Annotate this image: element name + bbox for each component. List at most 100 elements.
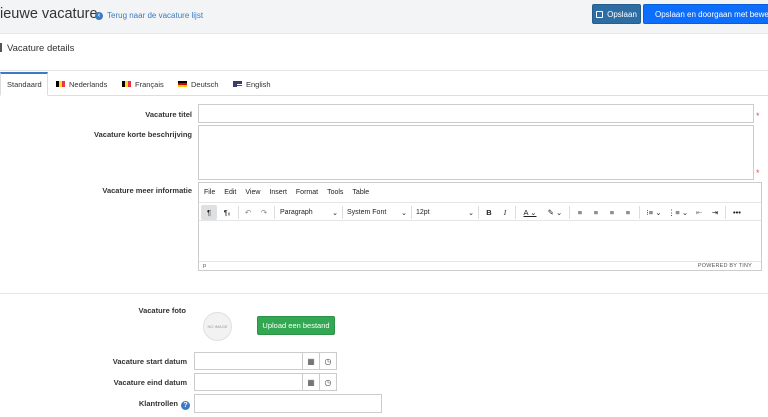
tab-deutsch[interactable]: Deutsch [178, 72, 219, 96]
rich-text-editor: File Edit View Insert Format Tools Table… [198, 182, 762, 271]
korte-beschrijving-textarea[interactable] [198, 125, 754, 180]
toolbar-separator [515, 206, 516, 219]
language-tabs: Standaard Nederlands Français Deutsch En… [0, 72, 768, 96]
align-left-icon[interactable]: ≡ [573, 205, 587, 220]
menu-view[interactable]: View [245, 189, 260, 196]
ltr-direction-icon[interactable]: ¶ [201, 205, 217, 220]
tab-label: English [246, 79, 271, 89]
editor-menubar: File Edit View Insert Format Tools Table [199, 183, 761, 201]
text-color-icon[interactable]: A ⌄ [519, 205, 541, 220]
toolbar-separator [478, 206, 479, 219]
highlight-color-icon[interactable]: ✎ ⌄ [544, 205, 566, 220]
korte-beschrijving-label: Vacature korte beschrijving [94, 130, 192, 139]
powered-by-link[interactable]: POWERED BY TINY [698, 263, 752, 269]
germany-flag-icon [178, 81, 187, 87]
tab-english[interactable]: English [233, 72, 271, 96]
tab-label: Français [135, 79, 164, 89]
start-datum-input[interactable] [194, 352, 303, 370]
save-continue-label: Opslaan en doorgaan met bewerken [655, 9, 768, 19]
menu-edit[interactable]: Edit [224, 189, 236, 196]
klantrollen-label: Klantrollen? [139, 399, 190, 410]
chevron-down-icon: ⌄ [332, 210, 338, 217]
required-marker: * [756, 168, 760, 178]
align-right-icon[interactable]: ≡ [605, 205, 619, 220]
menu-table[interactable]: Table [352, 189, 369, 196]
section-header: Vacature details [0, 34, 768, 71]
font-family-value: System Font [347, 209, 387, 216]
required-marker: * [756, 111, 760, 121]
eind-datum-input[interactable] [194, 373, 303, 391]
save-button[interactable]: Opslaan [592, 4, 641, 24]
menu-format[interactable]: Format [296, 189, 318, 196]
chevron-down-icon: ⌄ [468, 210, 474, 217]
italic-icon[interactable]: I [498, 205, 512, 220]
numbered-list-icon[interactable]: ⋮≡ ⌄ [667, 205, 689, 220]
info-icon [0, 43, 2, 52]
start-datum-label: Vacature start datum [112, 357, 187, 366]
menu-tools[interactable]: Tools [327, 189, 343, 196]
back-to-list-link[interactable]: ‹ Terug naar de vacature lijst [95, 11, 203, 20]
menu-insert[interactable]: Insert [269, 189, 287, 196]
tab-standaard[interactable]: Standaard [0, 72, 48, 96]
tab-label: Nederlands [69, 79, 108, 89]
chevron-down-icon: ⌄ [401, 210, 407, 217]
save-icon [596, 10, 604, 18]
calendar-icon[interactable]: ▦ [303, 373, 320, 391]
toolbar-separator [639, 206, 640, 219]
font-family-select[interactable]: System Font ⌄ [347, 205, 407, 220]
save-and-continue-button[interactable]: Opslaan en doorgaan met bewerken [643, 4, 768, 24]
tab-label: Standaard [7, 80, 42, 89]
outdent-icon[interactable]: ⇤ [692, 205, 706, 220]
help-icon[interactable]: ? [181, 401, 190, 410]
section-divider [0, 293, 768, 294]
top-bar: ieuwe vacature ‹ Terug naar de vacature … [0, 0, 768, 34]
page-title: ieuwe vacature [0, 6, 98, 22]
meer-informatie-label: Vacature meer informatie [102, 186, 192, 195]
clock-icon[interactable]: ◷ [320, 352, 337, 370]
editor-statusbar: p POWERED BY TINY [199, 261, 761, 270]
arrow-left-circle-icon: ‹ [95, 11, 103, 20]
toolbar-separator [274, 206, 275, 219]
element-path[interactable]: p [203, 263, 206, 269]
font-size-select[interactable]: 12pt ⌄ [416, 205, 474, 220]
usa-flag-icon [233, 81, 242, 87]
clock-icon[interactable]: ◷ [320, 373, 337, 391]
redo-icon[interactable]: ↷ [257, 205, 271, 220]
toolbar-separator [411, 206, 412, 219]
more-options-icon[interactable]: ••• [729, 205, 745, 220]
save-button-label: Opslaan [607, 9, 637, 19]
section-title: Vacature details [0, 43, 74, 54]
block-format-value: Paragraph [280, 209, 313, 216]
bullet-list-icon[interactable]: ⁝≡ ⌄ [643, 205, 665, 220]
rtl-direction-icon[interactable]: ¶ₓ [219, 205, 235, 220]
align-justify-icon[interactable]: ≡ [621, 205, 635, 220]
calendar-icon[interactable]: ▦ [303, 352, 320, 370]
eind-datum-label: Vacature eind datum [113, 378, 187, 387]
block-format-select[interactable]: Paragraph ⌄ [280, 205, 338, 220]
klantrollen-input[interactable] [194, 394, 382, 413]
indent-icon[interactable]: ⇥ [708, 205, 722, 220]
editor-toolbar: ¶ ¶ₓ ↶ ↷ Paragraph ⌄ System Font ⌄ 12pt … [199, 202, 761, 221]
no-image-text: NO IMAGE [207, 324, 228, 329]
klantrollen-text: Klantrollen [138, 399, 178, 408]
bold-icon[interactable]: B [482, 205, 496, 220]
menu-file[interactable]: File [204, 189, 215, 196]
tab-nederlands[interactable]: Nederlands [56, 72, 107, 96]
upload-file-button[interactable]: Upload een bestand [257, 316, 335, 335]
belgium-flag-icon [122, 81, 131, 87]
align-center-icon[interactable]: ≡ [589, 205, 603, 220]
back-link-label: Terug naar de vacature lijst [107, 11, 204, 20]
no-image-placeholder: NO IMAGE [203, 312, 232, 341]
undo-icon[interactable]: ↶ [241, 205, 255, 220]
tab-francais[interactable]: Français [122, 72, 164, 96]
section-title-text: Vacature details [7, 43, 75, 54]
titel-label: Vacature titel [145, 110, 192, 119]
tab-label: Deutsch [191, 79, 219, 89]
titel-input[interactable] [198, 104, 754, 123]
toolbar-separator [238, 206, 239, 219]
toolbar-separator [725, 206, 726, 219]
font-size-value: 12pt [416, 209, 430, 216]
editor-content-area[interactable] [199, 222, 761, 262]
toolbar-separator [342, 206, 343, 219]
belgium-flag-icon [56, 81, 65, 87]
